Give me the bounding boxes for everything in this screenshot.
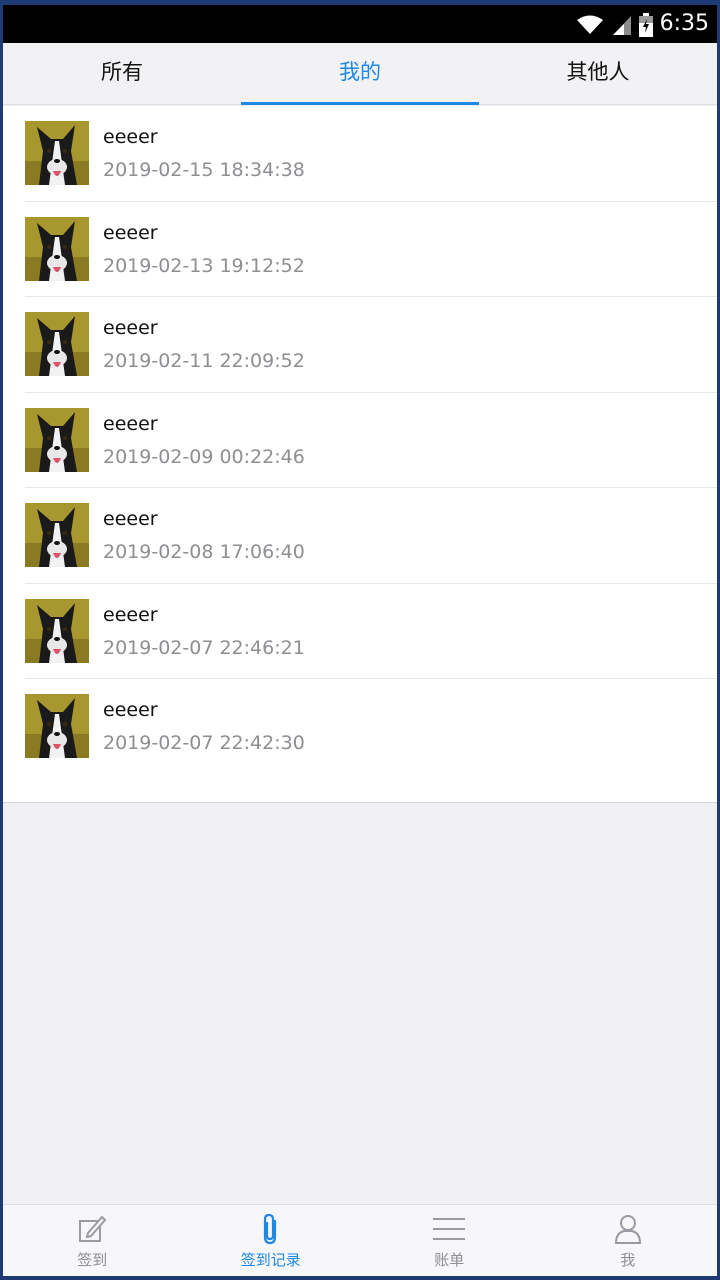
app-screen: 6:35 所有 我的 其他人 eeeer 2019-02-15 18:34:38 … bbox=[3, 5, 717, 1276]
nav-item-bills[interactable]: 账单 bbox=[360, 1205, 539, 1276]
bottom-nav: 签到 签到记录 账单 我 bbox=[3, 1204, 717, 1276]
filter-tabs: 所有 我的 其他人 bbox=[3, 43, 717, 105]
nav-label-bills: 账单 bbox=[434, 1251, 465, 1269]
nav-item-checkin[interactable]: 签到 bbox=[3, 1205, 182, 1276]
battery-icon bbox=[639, 13, 653, 37]
record-user-name: eeeer bbox=[103, 699, 158, 721]
record-user-name: eeeer bbox=[103, 221, 158, 244]
signal-icon bbox=[613, 16, 631, 35]
record-user-name: eeeer bbox=[103, 603, 158, 626]
tab-mine[interactable]: 我的 bbox=[241, 43, 479, 105]
record-user-name: eeeer bbox=[103, 126, 158, 148]
list-item[interactable]: eeeer 2019-02-15 18:34:38 bbox=[25, 106, 717, 202]
list-item[interactable]: eeeer 2019-02-11 22:09:52 bbox=[25, 297, 717, 393]
avatar bbox=[25, 216, 89, 281]
record-timestamp: 2019-02-13 19:12:52 bbox=[103, 254, 305, 277]
avatar bbox=[25, 407, 89, 472]
checkin-record-list: eeeer 2019-02-15 18:34:38 eeeer 2019-02-13… bbox=[3, 106, 717, 803]
avatar bbox=[25, 694, 89, 758]
nav-item-me[interactable]: 我 bbox=[539, 1205, 718, 1276]
tab-others[interactable]: 其他人 bbox=[479, 43, 717, 104]
tab-all[interactable]: 所有 bbox=[3, 43, 241, 104]
avatar bbox=[25, 312, 89, 376]
status-time: 6:35 bbox=[659, 11, 709, 36]
status-icons bbox=[575, 13, 653, 37]
record-user-name: eeeer bbox=[103, 317, 158, 339]
nav-label-checkin: 签到 bbox=[77, 1251, 108, 1269]
list-item[interactable]: eeeer 2019-02-13 19:12:52 bbox=[25, 202, 717, 297]
record-user-name: eeeer bbox=[103, 508, 158, 530]
list-item[interactable]: eeeer 2019-02-07 22:46:21 bbox=[25, 584, 717, 679]
record-timestamp: 2019-02-07 22:42:30 bbox=[103, 732, 305, 754]
paperclip-icon bbox=[263, 1213, 276, 1245]
record-timestamp: 2019-02-11 22:09:52 bbox=[103, 350, 305, 372]
list-item[interactable]: eeeer 2019-02-09 00:22:46 bbox=[25, 393, 717, 488]
list-item[interactable]: eeeer 2019-02-07 22:42:30 bbox=[25, 679, 717, 775]
avatar bbox=[25, 598, 89, 663]
avatar bbox=[25, 503, 89, 567]
status-bar: 6:35 bbox=[3, 5, 717, 43]
wifi-icon bbox=[577, 15, 603, 34]
record-user-name: eeeer bbox=[103, 412, 158, 435]
nav-item-checkin-records[interactable]: 签到记录 bbox=[182, 1205, 361, 1276]
record-timestamp: 2019-02-07 22:46:21 bbox=[103, 636, 305, 659]
nav-label-checkin-records: 签到记录 bbox=[240, 1251, 301, 1269]
record-timestamp: 2019-02-15 18:34:38 bbox=[103, 159, 305, 181]
avatar bbox=[25, 121, 89, 185]
menu-icon bbox=[433, 1218, 466, 1240]
record-timestamp: 2019-02-09 00:22:46 bbox=[103, 445, 305, 468]
person-icon bbox=[614, 1215, 641, 1244]
edit-icon bbox=[79, 1215, 107, 1242]
record-timestamp: 2019-02-08 17:06:40 bbox=[103, 541, 305, 563]
nav-label-me: 我 bbox=[620, 1251, 636, 1269]
list-item[interactable]: eeeer 2019-02-08 17:06:40 bbox=[25, 488, 717, 584]
